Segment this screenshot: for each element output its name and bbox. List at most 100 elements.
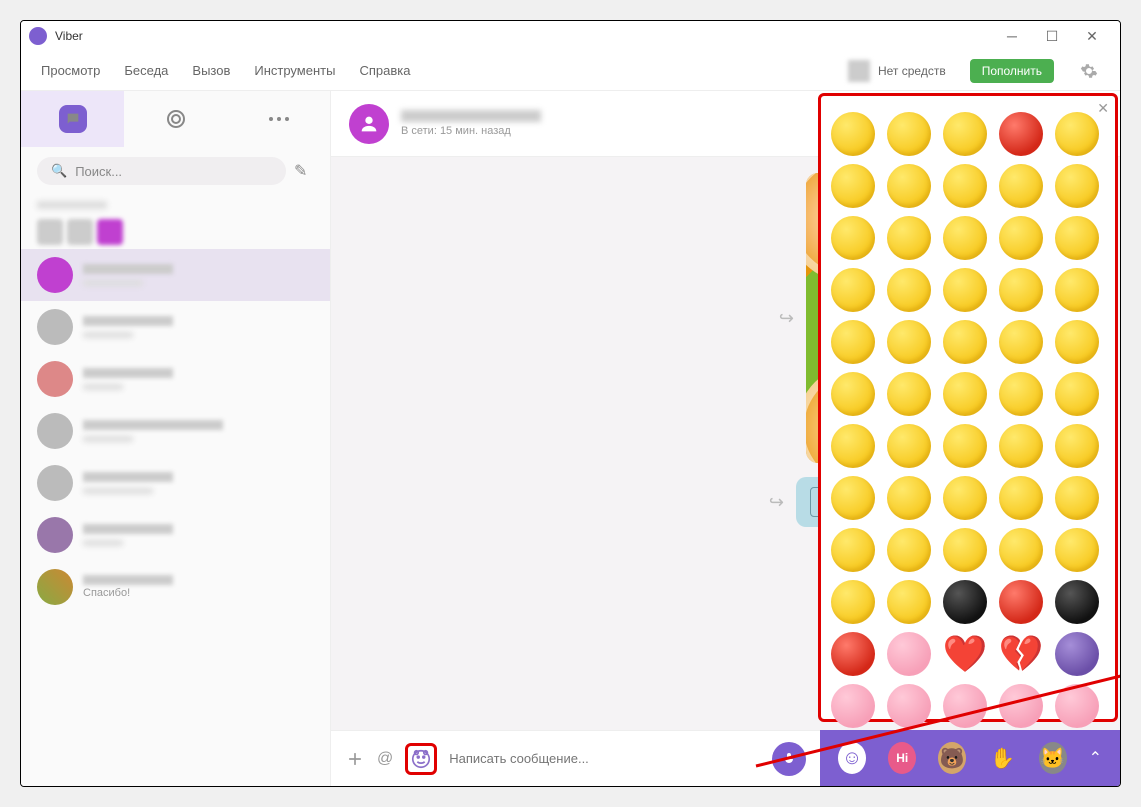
emoji-item[interactable] [999, 580, 1043, 624]
emoji-item[interactable] [999, 320, 1043, 364]
menu-tools[interactable]: Инструменты [254, 63, 335, 78]
emoji-item[interactable] [831, 112, 875, 156]
emoji-item[interactable] [943, 112, 987, 156]
sticker-pack-bear-icon[interactable]: 🐻 [938, 742, 966, 774]
emoji-item[interactable] [1055, 528, 1099, 572]
emoji-item[interactable] [943, 476, 987, 520]
emoji-item[interactable] [943, 268, 987, 312]
sticker-pack-hi-icon[interactable]: Hi [888, 742, 916, 774]
emoji-item[interactable] [943, 372, 987, 416]
emoji-item[interactable] [999, 476, 1043, 520]
contact-item[interactable] [21, 509, 330, 561]
mention-icon[interactable]: @ [377, 750, 393, 768]
emoji-item[interactable] [831, 684, 875, 728]
emoji-item[interactable]: 💔 [999, 632, 1043, 676]
emoji-item[interactable] [887, 112, 931, 156]
menu-call[interactable]: Вызов [192, 63, 230, 78]
emoji-item[interactable] [887, 528, 931, 572]
emoji-item[interactable] [943, 580, 987, 624]
emoji-item[interactable] [1055, 632, 1099, 676]
emoji-item[interactable] [999, 684, 1043, 728]
contact-item[interactable] [21, 405, 330, 457]
app-window: Viber ─ ☐ ✕ Просмотр Беседа Вызов Инстру… [20, 20, 1121, 787]
emoji-item[interactable] [943, 684, 987, 728]
forward-icon[interactable]: ↪ [779, 308, 794, 329]
emoji-item[interactable] [831, 268, 875, 312]
emoji-item[interactable] [943, 528, 987, 572]
emoji-item[interactable] [999, 268, 1043, 312]
settings-gear-icon[interactable] [1078, 60, 1100, 82]
emoji-item[interactable] [831, 528, 875, 572]
emoji-item[interactable] [1055, 216, 1099, 260]
emoji-item[interactable] [831, 372, 875, 416]
emoji-item[interactable] [887, 320, 931, 364]
chat-contact-name [401, 110, 541, 122]
emoji-item[interactable] [943, 216, 987, 260]
emoji-item[interactable] [1055, 424, 1099, 468]
close-button[interactable]: ✕ [1072, 22, 1112, 50]
emoji-item[interactable]: ❤️ [943, 632, 987, 676]
emoji-item[interactable] [1055, 684, 1099, 728]
emoji-item[interactable] [887, 268, 931, 312]
sticker-pack-hand-icon[interactable]: ✋ [988, 742, 1016, 774]
contact-item[interactable] [21, 301, 330, 353]
emoji-tab[interactable]: ☺ [838, 742, 866, 774]
close-panel-icon[interactable]: ✕ [1097, 100, 1109, 117]
tab-calls[interactable] [124, 91, 227, 147]
emoji-item[interactable] [1055, 320, 1099, 364]
emoji-item[interactable] [831, 424, 875, 468]
emoji-item[interactable] [831, 632, 875, 676]
search-icon: 🔍 [51, 163, 67, 179]
sticker-button[interactable] [405, 743, 437, 775]
search-input[interactable]: 🔍 Поиск... [37, 157, 286, 185]
emoji-item[interactable] [943, 320, 987, 364]
contact-item[interactable] [21, 457, 330, 509]
emoji-item[interactable] [1055, 580, 1099, 624]
emoji-item[interactable] [831, 320, 875, 364]
emoji-item[interactable] [887, 476, 931, 520]
menu-view[interactable]: Просмотр [41, 63, 100, 78]
emoji-item[interactable] [831, 164, 875, 208]
emoji-item[interactable] [887, 216, 931, 260]
message-input[interactable] [449, 751, 760, 766]
emoji-item[interactable] [999, 528, 1043, 572]
expand-icon[interactable]: ⌃ [1089, 748, 1102, 768]
emoji-item[interactable] [999, 372, 1043, 416]
emoji-item[interactable] [1055, 476, 1099, 520]
emoji-item[interactable] [1055, 164, 1099, 208]
emoji-item[interactable] [943, 164, 987, 208]
topup-button[interactable]: Пополнить [970, 59, 1054, 83]
contact-item[interactable] [21, 353, 330, 405]
emoji-item[interactable] [1055, 112, 1099, 156]
emoji-item[interactable] [887, 580, 931, 624]
emoji-item[interactable] [943, 424, 987, 468]
emoji-item[interactable] [999, 164, 1043, 208]
emoji-item[interactable] [887, 684, 931, 728]
tab-more[interactable] [227, 91, 330, 147]
tab-chats[interactable] [21, 91, 124, 147]
menu-chat[interactable]: Беседа [124, 63, 168, 78]
emoji-item[interactable] [1055, 372, 1099, 416]
emoji-item[interactable] [999, 112, 1043, 156]
forward-icon[interactable]: ↪ [769, 492, 784, 513]
emoji-item[interactable] [831, 580, 875, 624]
emoji-item[interactable] [1055, 268, 1099, 312]
minimize-button[interactable]: ─ [992, 22, 1032, 50]
emoji-item[interactable] [887, 372, 931, 416]
menu-help[interactable]: Справка [359, 63, 410, 78]
compose-icon[interactable]: ✎ [294, 161, 314, 181]
contact-item[interactable] [21, 249, 330, 301]
sticker-pack-cat-icon[interactable]: 🐱 [1039, 742, 1067, 774]
emoji-item[interactable] [887, 632, 931, 676]
emoji-item[interactable] [831, 216, 875, 260]
emoji-item[interactable] [831, 476, 875, 520]
emoji-item[interactable] [999, 216, 1043, 260]
mic-button[interactable] [772, 742, 806, 776]
emoji-grid: ❤️ 💔 [831, 112, 1105, 728]
emoji-item[interactable] [887, 424, 931, 468]
emoji-item[interactable] [999, 424, 1043, 468]
contact-item[interactable]: Спасибо! [21, 561, 330, 613]
attach-plus-icon[interactable] [345, 749, 365, 769]
emoji-item[interactable] [887, 164, 931, 208]
maximize-button[interactable]: ☐ [1032, 22, 1072, 50]
